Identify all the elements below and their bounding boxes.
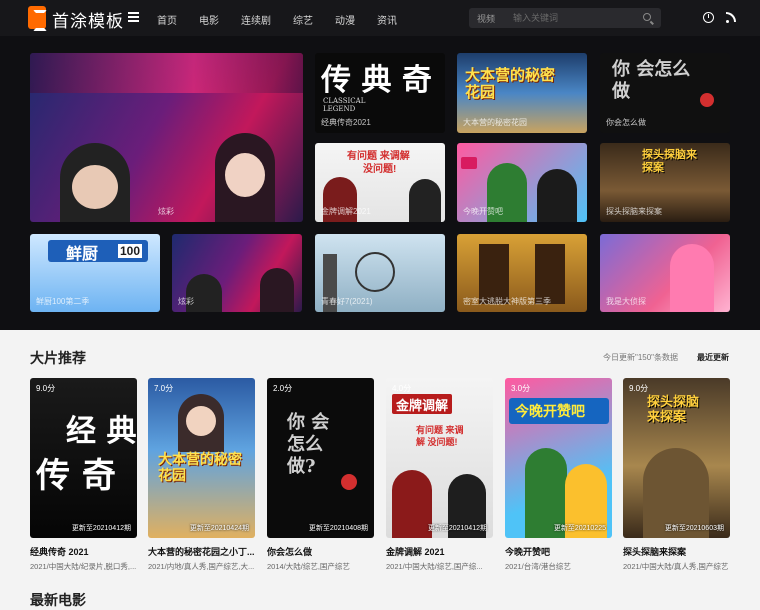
poster-art-text: 传 奇 — [36, 456, 116, 496]
search-icon[interactable] — [643, 13, 651, 21]
poster-art-text: 今晚开赞吧 — [515, 403, 585, 419]
tile-art-text: 鲜厨 — [66, 246, 99, 263]
logo-icon[interactable] — [28, 6, 47, 31]
poster-card[interactable]: 经 典 传 奇 9.0分 更新至20210412期 — [30, 378, 137, 538]
poster-art-text: 你 会怎么做? — [287, 412, 330, 477]
update-status: 更新至20210225 — [553, 525, 606, 532]
tile-art-text: 探头探脑来探案 — [642, 149, 697, 174]
update-status: 更新至20210424期 — [189, 525, 249, 532]
rss-icon[interactable] — [726, 12, 737, 23]
poster-title[interactable]: 经典传奇 2021 — [30, 545, 137, 558]
poster-art-text: 金牌调解 — [396, 398, 449, 413]
featured-banner: 炫彩 传 典 奇 CLASSICAL LEGEND 经典传奇2021 大本营的秘… — [0, 36, 760, 330]
update-count-note: 今日更新"150"条数据 — [603, 353, 679, 362]
banner-tile[interactable]: 有问题 来调解 没问题! 金牌调解2021 — [315, 143, 445, 222]
search-category-select[interactable]: 视频 — [477, 12, 495, 25]
tile-caption: 经典传奇2021 — [321, 118, 371, 127]
update-status: 更新至20210603期 — [664, 525, 724, 532]
search-box: 视频 — [469, 8, 661, 28]
banner-tile[interactable]: 你 会怎么做 你会怎么做 — [600, 53, 730, 133]
poster-card[interactable]: 今晚开赞吧 3.0分 更新至20210225 — [505, 378, 612, 538]
banner-tile[interactable]: 今晚开赞吧 — [457, 143, 587, 222]
score-badge: 3.0分 — [511, 384, 531, 393]
poster-art-text: 有问题 来调解 没问题! — [416, 425, 464, 447]
poster-title[interactable]: 今晚开赞吧 — [505, 545, 612, 558]
poster-card[interactable]: 探头探脑来探案 9.0分 更新至20210603期 — [623, 378, 730, 538]
tile-caption: 金牌调解2021 — [321, 207, 371, 216]
banner-tile[interactable]: 密室大逃脱大神版第三季 — [457, 234, 587, 312]
banner-tile[interactable]: 鲜厨 100 鲜厨100第二季 — [30, 234, 160, 312]
nav-item-anime[interactable]: 动漫 — [335, 12, 355, 27]
poster-meta: 2021/中国大陆/纪录片,脱口秀,... — [30, 562, 137, 571]
banner-tile-large[interactable]: 炫彩 — [30, 53, 303, 222]
score-badge: 7.0分 — [154, 384, 174, 393]
poster-title[interactable]: 金牌调解 2021 — [386, 545, 493, 558]
score-badge: 2.0分 — [273, 384, 293, 393]
poster-art-text: 经 典 — [66, 414, 137, 449]
banner-tile[interactable]: 传 典 奇 CLASSICAL LEGEND 经典传奇2021 — [315, 53, 445, 133]
latest-updates-link[interactable]: 最近更新 — [697, 352, 729, 363]
tile-art-text: 没问题! — [363, 164, 397, 175]
tile-caption: 我是大侦探 — [606, 297, 646, 306]
poster-meta: 2021/内地/真人秀,国产综艺,大... — [148, 562, 255, 571]
nav-item-home[interactable]: 首页 — [157, 12, 177, 27]
tile-caption: 今晚开赞吧 — [463, 207, 503, 216]
tile-caption: 炫彩 — [158, 207, 174, 216]
score-badge: 9.0分 — [36, 384, 56, 393]
poster-meta: 2021/台湾/港台综艺 — [505, 562, 571, 571]
tile-caption: 大本营的秘密花园 — [463, 118, 527, 127]
poster-title[interactable]: 探头探脑来探案 — [623, 545, 730, 558]
tile-caption: 你会怎么做 — [606, 118, 646, 127]
tile-art-text: 传 典 奇 — [321, 63, 432, 98]
poster-meta: 2021/中国大陆/综艺,国产综... — [386, 562, 483, 571]
menu-icon[interactable] — [128, 12, 139, 22]
update-status: 更新至20210412期 — [71, 525, 131, 532]
update-status: 更新至20210412期 — [427, 525, 487, 532]
nav-item-news[interactable]: 资讯 — [377, 12, 397, 27]
tile-caption: 探头探脑来探案 — [606, 207, 662, 216]
banner-tile[interactable]: 炫彩 — [172, 234, 302, 312]
poster-card[interactable]: 大本营的秘密花园 7.0分 更新至20210424期 — [148, 378, 255, 538]
tile-caption: 青春好7(2021) — [321, 297, 373, 306]
banner-tile[interactable]: 青春好7(2021) — [315, 234, 445, 312]
tile-art-text: 你 会怎么做 — [612, 59, 691, 102]
poster-title[interactable]: 大本营的秘密花园之小丁... — [148, 545, 255, 558]
banner-tile[interactable]: 探头探脑来探案 探头探脑来探案 — [600, 143, 730, 222]
brand-name[interactable]: 首涂模板 — [52, 7, 124, 32]
score-badge: 9.0分 — [629, 384, 649, 393]
poster-card[interactable]: 你 会怎么做? 2.0分 更新至20210408期 — [267, 378, 374, 538]
tile-art-text: 大本营的秘密花园 — [465, 66, 556, 101]
update-status: 更新至20210408期 — [308, 525, 368, 532]
banner-tile[interactable]: 我是大侦探 — [600, 234, 730, 312]
search-input[interactable] — [513, 10, 633, 26]
poster-meta: 2014/大陆/综艺,国产综艺 — [267, 562, 350, 571]
section-title-next: 最新电影 — [30, 592, 86, 608]
section-title: 大片推荐 — [30, 350, 86, 366]
poster-art-text: 大本营的秘密花园 — [158, 452, 242, 484]
nav-item-series[interactable]: 连续剧 — [241, 12, 271, 27]
poster-art-text: 探头探脑来探案 — [647, 394, 700, 424]
poster-title[interactable]: 你会怎么做 — [267, 545, 374, 558]
tile-caption: 炫彩 — [178, 297, 194, 306]
poster-meta: 2021/中国大陆/真人秀,国产综艺 — [623, 562, 729, 571]
score-badge: 4.0分 — [392, 384, 412, 393]
history-clock-icon[interactable] — [703, 12, 714, 23]
main-nav: 首页 电影 连续剧 综艺 动漫 资讯 — [157, 12, 419, 27]
banner-tile[interactable]: 大本营的秘密花园 大本营的秘密花园 — [457, 53, 587, 133]
tile-caption: 密室大逃脱大神版第三季 — [463, 297, 551, 306]
nav-item-variety[interactable]: 综艺 — [293, 12, 313, 27]
poster-card[interactable]: 金牌调解 有问题 来调解 没问题! 4.0分 更新至20210412期 — [386, 378, 493, 538]
nav-item-movie[interactable]: 电影 — [199, 12, 219, 27]
tile-art-text: CLASSICAL LEGEND — [323, 97, 366, 113]
top-header: 首涂模板 首页 电影 连续剧 综艺 动漫 资讯 视频 — [0, 0, 760, 36]
tile-art-text: 100 — [118, 244, 143, 258]
tile-caption: 鲜厨100第二季 — [36, 297, 90, 306]
